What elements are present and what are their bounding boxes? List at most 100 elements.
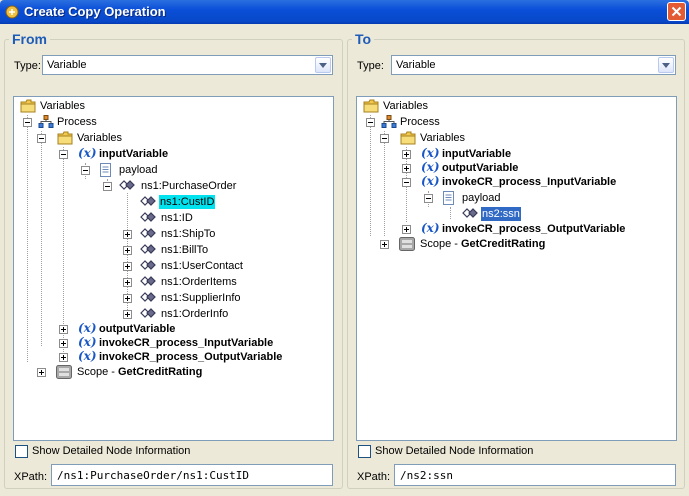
collapse-toggle[interactable] [380,134,389,143]
close-button[interactable] [667,2,686,21]
from-type-label: Type: [14,60,41,72]
variable-icon: (x) [78,146,97,160]
tree-label: inputVariable [442,148,512,160]
expand-toggle[interactable] [59,325,68,334]
variable-icon: (x) [421,146,440,160]
process-icon [38,115,54,129]
tree-label: invokeCR_process_OutputVariable [442,223,626,235]
element-icon [139,195,157,207]
expand-toggle[interactable] [59,353,68,362]
element-icon [139,291,157,303]
to-panel: To Type: Variable Variables Process Vari… [347,31,685,489]
from-show-detail-checkbox[interactable] [15,445,28,458]
tree-label: ns1:OrderInfo [161,308,229,320]
tree-label: ns1:PurchaseOrder [141,180,237,192]
tree-label: payload [462,192,501,204]
from-legend: From [9,31,50,47]
collapse-toggle[interactable] [424,194,433,203]
tree-label-selected: ns2:ssn [481,207,521,221]
tree-label: outputVariable [99,323,176,335]
expand-toggle[interactable] [37,368,46,377]
to-type-select[interactable]: Variable [391,55,676,75]
to-xpath-value: /ns2:ssn [400,469,453,482]
expand-toggle[interactable] [380,240,389,249]
collapse-toggle[interactable] [402,178,411,187]
tree-label: payload [119,164,158,176]
tree-label: ns1:UserContact [161,260,243,272]
to-type-value: Variable [396,59,436,71]
document-icon [442,191,456,205]
tree-label: inputVariable [99,148,169,160]
tree-label: Variables [383,100,429,112]
element-icon [461,207,479,219]
tree-label: invokeCR_process_InputVariable [99,337,274,349]
element-icon [139,259,157,271]
close-icon [671,6,682,17]
tree-label: Variables [40,100,86,112]
collapse-toggle[interactable] [59,150,68,159]
from-show-detail-label: Show Detailed Node Information [32,445,191,457]
expand-toggle[interactable] [123,278,132,287]
from-panel: From Type: Variable Variables Process Va… [4,31,343,489]
to-tree[interactable]: Variables Process Variables (x) inputVar… [356,96,677,441]
from-xpath-value: /ns1:PurchaseOrder/ns1:CustID [57,469,250,482]
collapse-toggle[interactable] [103,182,112,191]
document-icon [99,163,113,177]
tree-label: invokeCR_process_OutputVariable [99,351,283,363]
variable-icon: (x) [421,174,440,188]
tree-label: ns1:SupplierInfo [161,292,241,304]
element-icon [139,211,157,223]
app-icon [5,5,19,19]
title-bar: Create Copy Operation [0,0,689,24]
to-xpath-label: XPath: [357,471,391,483]
folder-icon [20,99,36,113]
to-show-detail-checkbox[interactable] [358,445,371,458]
scope-icon [399,237,415,251]
tree-label: Process [400,116,440,128]
expand-toggle[interactable] [402,150,411,159]
expand-toggle[interactable] [402,225,411,234]
tree-label: Variables [420,132,466,144]
tree-label: Variables [77,132,123,144]
from-xpath-input[interactable]: /ns1:PurchaseOrder/ns1:CustID [51,464,333,486]
tree-label: ns1:ID [161,212,193,224]
scope-icon [56,365,72,379]
to-legend: To [352,31,375,47]
tree-label: Process [57,116,97,128]
element-icon [139,227,157,239]
dropdown-arrow-icon[interactable] [315,57,331,73]
collapse-toggle[interactable] [81,166,90,175]
tree-label: ns1:ShipTo [161,228,216,240]
variable-icon: (x) [78,349,97,363]
collapse-toggle[interactable] [37,134,46,143]
variable-icon: (x) [78,321,97,335]
tree-label: outputVariable [442,162,519,174]
variable-icon: (x) [421,160,440,174]
from-type-select[interactable]: Variable [42,55,333,75]
window-title: Create Copy Operation [24,4,166,19]
expand-toggle[interactable] [123,246,132,255]
element-icon [118,179,136,191]
tree-label: ns1:BillTo [161,244,209,256]
collapse-toggle[interactable] [366,118,375,127]
tree-label: invokeCR_process_InputVariable [442,176,617,188]
expand-toggle[interactable] [123,230,132,239]
to-xpath-input[interactable]: /ns2:ssn [394,464,676,486]
to-show-detail-label: Show Detailed Node Information [375,445,534,457]
expand-toggle[interactable] [59,339,68,348]
variable-icon: (x) [78,335,97,349]
collapse-toggle[interactable] [23,118,32,127]
from-xpath-label: XPath: [14,471,48,483]
folder-icon [57,131,73,145]
expand-toggle[interactable] [402,164,411,173]
expand-toggle[interactable] [123,310,132,319]
variable-icon: (x) [421,221,440,235]
process-icon [381,115,397,129]
expand-toggle[interactable] [123,262,132,271]
expand-toggle[interactable] [123,294,132,303]
from-tree[interactable]: Variables Process Variables (x) inputVar… [13,96,334,441]
dropdown-arrow-icon[interactable] [658,57,674,73]
element-icon [139,275,157,287]
element-icon [139,243,157,255]
element-icon [139,307,157,319]
